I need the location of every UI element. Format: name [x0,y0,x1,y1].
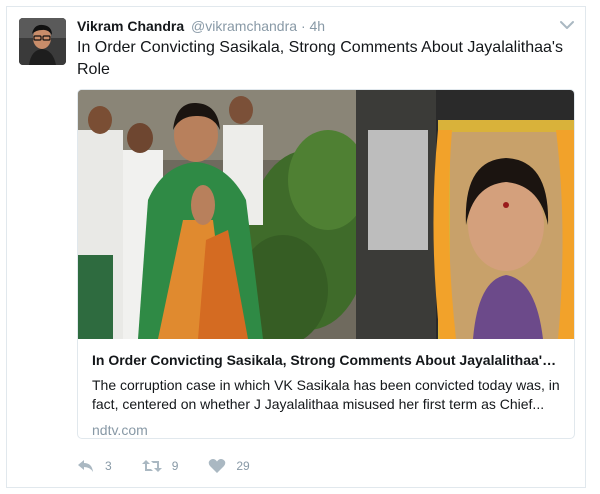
retweet-count: 9 [171,459,179,473]
tweet-actions: 3 9 29 [77,456,280,476]
retweet-button[interactable]: 9 [141,458,179,474]
tweet-header: Vikram Chandra @vikramchandra · 4h [77,17,325,35]
heart-icon [209,459,226,473]
author-display-name[interactable]: Vikram Chandra [77,18,184,34]
card-title[interactable]: In Order Convicting Sasikala, Strong Com… [92,351,560,370]
like-button[interactable]: 29 [208,458,250,474]
card-domain: ndtv.com [92,422,148,438]
card-body: In Order Convicting Sasikala, Strong Com… [78,339,574,438]
reply-count: 3 [105,459,112,473]
like-count: 29 [236,459,250,473]
separator-dot: · [300,18,306,34]
author-handle[interactable]: @vikramchandra [191,18,297,34]
author-avatar[interactable] [19,18,66,65]
reply-icon [78,460,93,472]
retweet-icon [141,460,162,472]
chevron-down-icon[interactable] [559,17,575,33]
card-description: The corruption case in which VK Sasikala… [92,377,560,412]
tweet-timestamp[interactable]: 4h [310,18,326,34]
tweet-card[interactable]: Vikram Chandra @vikramchandra · 4h In Or… [6,6,586,488]
card-image[interactable] [78,90,574,339]
reply-button[interactable]: 3 [77,458,112,474]
tweet-text: In Order Convicting Sasikala, Strong Com… [77,39,563,78]
link-preview-card[interactable]: In Order Convicting Sasikala, Strong Com… [77,89,575,439]
